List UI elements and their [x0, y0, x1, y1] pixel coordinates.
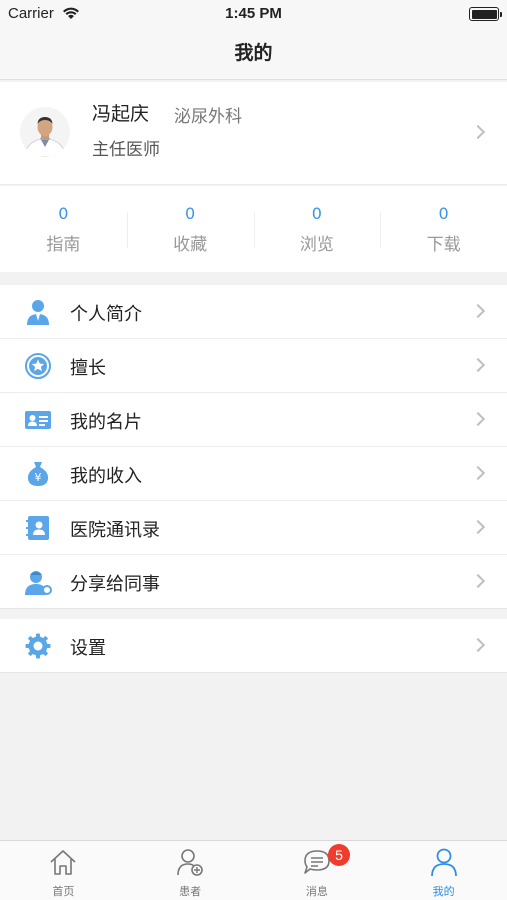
chevron-right-icon: [470, 637, 486, 653]
tab-label: 首页: [52, 885, 75, 898]
tab-home[interactable]: 首页: [0, 841, 127, 900]
doctor-name: 冯起庆: [92, 103, 150, 125]
business-card-icon: [25, 411, 51, 429]
person-icon: [27, 300, 49, 325]
money-bag-icon: ¥: [27, 462, 49, 486]
stat-views[interactable]: 0 浏览: [253, 186, 381, 272]
avatar: [20, 107, 70, 157]
stat-downloads[interactable]: 0 下载: [380, 186, 507, 272]
tab-label: 消息: [305, 885, 328, 898]
stat-favorites[interactable]: 0 收藏: [126, 186, 254, 272]
stat-value: 0: [311, 204, 322, 223]
patient-icon: [177, 849, 203, 876]
tab-label: 患者: [179, 885, 202, 898]
stat-value: 0: [58, 204, 69, 223]
stat-label: 收藏: [173, 235, 208, 255]
svg-text:¥: ¥: [35, 471, 42, 484]
chevron-right-icon: [470, 465, 486, 481]
stats-bar: 0 指南 0 收藏 0 浏览 0 下载: [0, 186, 507, 272]
tab-mine[interactable]: 我的: [380, 841, 507, 900]
navigation-bar: 我的: [0, 28, 507, 80]
menu-item-expertise[interactable]: 擅长: [0, 339, 507, 393]
menu-item-label: 我的收入: [70, 466, 142, 487]
clock: 1:45 PM: [225, 5, 282, 22]
menu-item-label: 设置: [70, 638, 106, 659]
menu-item-label: 我的名片: [70, 412, 142, 433]
doctor-department: 泌尿外科: [174, 107, 242, 127]
tab-label: 我的: [432, 885, 455, 898]
chevron-right-icon: [470, 411, 486, 427]
share-doctor-icon: [25, 571, 52, 595]
chevron-right-icon: [470, 303, 486, 319]
tab-bar: 首页 患者 消息 我的: [0, 840, 507, 900]
stat-value: 0: [185, 204, 196, 223]
chevron-right-icon: [470, 124, 486, 140]
menu-item-business-card[interactable]: 我的名片: [0, 393, 507, 447]
chevron-right-icon: [470, 519, 486, 535]
page-title: 我的: [234, 42, 273, 64]
stat-label: 指南: [46, 235, 81, 255]
menu-item-settings[interactable]: 设置: [0, 619, 507, 673]
address-book-icon: [26, 516, 49, 540]
menu-item-label: 擅长: [70, 358, 106, 379]
chevron-right-icon: [470, 573, 486, 589]
menu-list: 个人简介 擅长 我的名片 ¥ 我的收入 医院通讯录 分享给同事: [0, 285, 507, 609]
menu-item-label: 分享给同事: [70, 574, 160, 595]
menu-item-share-colleague[interactable]: 分享给同事: [0, 555, 507, 609]
tab-patients[interactable]: 患者: [127, 841, 254, 900]
message-count-badge: 5: [328, 844, 350, 866]
chevron-right-icon: [470, 357, 486, 373]
stat-guide[interactable]: 0 指南: [0, 186, 127, 272]
stat-value: 0: [438, 204, 449, 223]
battery-icon: [469, 7, 502, 21]
menu-item-income[interactable]: ¥ 我的收入: [0, 447, 507, 501]
stat-label: 下载: [426, 235, 461, 255]
status-bar: Carrier 1:45 PM: [0, 0, 507, 28]
menu-item-hospital-contacts[interactable]: 医院通讯录: [0, 501, 507, 555]
star-badge-icon: [25, 353, 51, 379]
profile-card[interactable]: 冯起庆 泌尿外科 主任医师: [0, 82, 507, 185]
settings-group: 设置: [0, 619, 507, 673]
stat-label: 浏览: [299, 235, 334, 255]
menu-item-profile-intro[interactable]: 个人简介: [0, 285, 507, 339]
tab-messages[interactable]: 消息: [254, 841, 381, 900]
menu-item-label: 医院通讯录: [70, 520, 160, 541]
home-icon: [50, 850, 76, 875]
profile-icon: [430, 848, 457, 877]
doctor-title: 主任医师: [92, 140, 160, 160]
gear-icon: [25, 633, 51, 659]
menu-item-label: 个人简介: [70, 304, 142, 325]
